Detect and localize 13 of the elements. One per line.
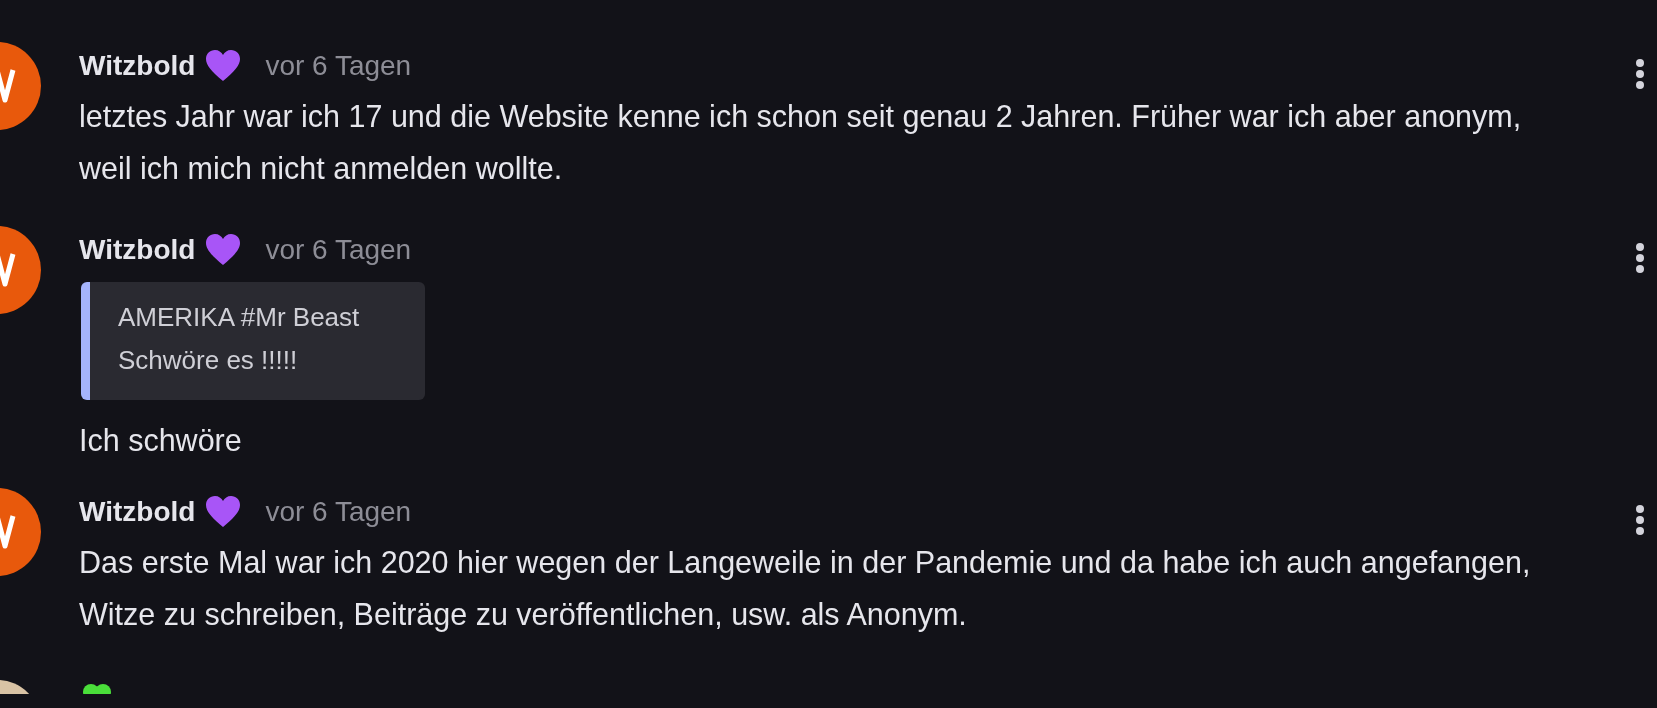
comment-text: letztes Jahr war ich 17 und die Website kenne ich schon seit genau 2 Jahren. Früher war ich aber anonym, weil ich mich nicht anmelden wollte. <box>79 98 1523 187</box>
more-options-icon[interactable] <box>1635 242 1645 274</box>
timestamp: vor 6 Tagen <box>265 49 412 83</box>
quoted-message: AMERIKA #Mr Beast Schwöre es !!!!! <box>81 282 425 400</box>
author-name: Witzbold <box>79 233 196 267</box>
more-options-icon[interactable] <box>1635 58 1645 90</box>
more-options-icon[interactable] <box>1635 504 1645 536</box>
author-name: Witzbold <box>79 49 196 83</box>
timestamp: vor 6 Tagen <box>265 233 412 267</box>
author-name: Witzbold <box>79 495 196 529</box>
comment-text: Ich schwöre <box>79 422 243 459</box>
comment-text: Das erste Mal war ich 2020 hier wegen der Langeweile in der Pandemie und da habe ich auch angefangen, Witze zu schreiben, Beiträge zu veröffentlichen, usw. als Anonym. <box>79 544 1532 634</box>
timestamp: vor 6 Tagen <box>265 495 412 529</box>
